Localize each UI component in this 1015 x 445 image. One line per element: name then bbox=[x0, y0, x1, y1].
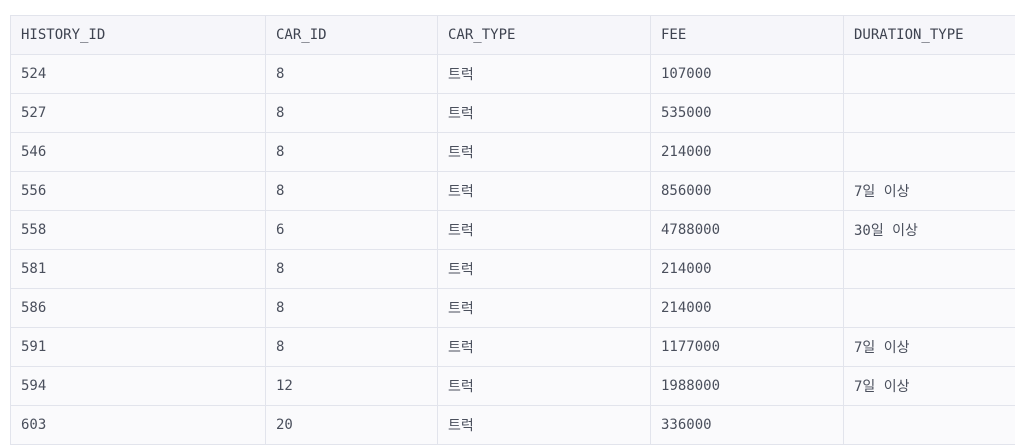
cell-fee: 856000 bbox=[651, 172, 844, 211]
table-row: 586 8 트럭 214000 bbox=[11, 289, 1015, 328]
cell-history-id: 558 bbox=[11, 211, 266, 250]
cell-duration-type bbox=[844, 55, 1015, 94]
cell-car-type: 트럭 bbox=[438, 328, 651, 367]
cell-car-id: 8 bbox=[266, 55, 438, 94]
cell-car-type: 트럭 bbox=[438, 133, 651, 172]
table-row: 591 8 트럭 1177000 7일 이상 bbox=[11, 328, 1015, 367]
table-row: 581 8 트럭 214000 bbox=[11, 250, 1015, 289]
cell-duration-type bbox=[844, 406, 1015, 445]
table-body: 524 8 트럭 107000 527 8 트럭 535000 546 8 트럭… bbox=[11, 55, 1015, 445]
cell-car-id: 20 bbox=[266, 406, 438, 445]
column-header-history-id: HISTORY_ID bbox=[11, 16, 266, 55]
column-header-car-id: CAR_ID bbox=[266, 16, 438, 55]
table-row: 524 8 트럭 107000 bbox=[11, 55, 1015, 94]
cell-car-id: 8 bbox=[266, 94, 438, 133]
table-header: HISTORY_ID CAR_ID CAR_TYPE FEE DURATION_… bbox=[11, 16, 1015, 55]
cell-duration-type: 30일 이상 bbox=[844, 211, 1015, 250]
cell-car-type: 트럭 bbox=[438, 55, 651, 94]
result-table-container: HISTORY_ID CAR_ID CAR_TYPE FEE DURATION_… bbox=[10, 15, 1015, 445]
cell-fee: 214000 bbox=[651, 289, 844, 328]
table-row: 594 12 트럭 1988000 7일 이상 bbox=[11, 367, 1015, 406]
cell-duration-type bbox=[844, 94, 1015, 133]
cell-fee: 1177000 bbox=[651, 328, 844, 367]
cell-car-type: 트럭 bbox=[438, 94, 651, 133]
table-row: 556 8 트럭 856000 7일 이상 bbox=[11, 172, 1015, 211]
cell-history-id: 586 bbox=[11, 289, 266, 328]
cell-duration-type bbox=[844, 250, 1015, 289]
cell-duration-type bbox=[844, 133, 1015, 172]
cell-history-id: 581 bbox=[11, 250, 266, 289]
cell-fee: 336000 bbox=[651, 406, 844, 445]
cell-car-type: 트럭 bbox=[438, 172, 651, 211]
table-row: 558 6 트럭 4788000 30일 이상 bbox=[11, 211, 1015, 250]
cell-car-id: 8 bbox=[266, 133, 438, 172]
cell-history-id: 591 bbox=[11, 328, 266, 367]
cell-car-type: 트럭 bbox=[438, 367, 651, 406]
cell-fee: 107000 bbox=[651, 55, 844, 94]
cell-history-id: 603 bbox=[11, 406, 266, 445]
cell-history-id: 527 bbox=[11, 94, 266, 133]
cell-duration-type: 7일 이상 bbox=[844, 172, 1015, 211]
table-row: 527 8 트럭 535000 bbox=[11, 94, 1015, 133]
cell-fee: 4788000 bbox=[651, 211, 844, 250]
cell-car-type: 트럭 bbox=[438, 406, 651, 445]
cell-duration-type bbox=[844, 289, 1015, 328]
cell-duration-type: 7일 이상 bbox=[844, 367, 1015, 406]
header-row: HISTORY_ID CAR_ID CAR_TYPE FEE DURATION_… bbox=[11, 16, 1015, 55]
cell-car-id: 8 bbox=[266, 328, 438, 367]
cell-car-id: 12 bbox=[266, 367, 438, 406]
column-header-duration-type: DURATION_TYPE bbox=[844, 16, 1015, 55]
cell-car-id: 8 bbox=[266, 250, 438, 289]
cell-fee: 1988000 bbox=[651, 367, 844, 406]
cell-car-type: 트럭 bbox=[438, 289, 651, 328]
cell-history-id: 556 bbox=[11, 172, 266, 211]
cell-duration-type: 7일 이상 bbox=[844, 328, 1015, 367]
cell-history-id: 524 bbox=[11, 55, 266, 94]
cell-fee: 214000 bbox=[651, 133, 844, 172]
column-header-car-type: CAR_TYPE bbox=[438, 16, 651, 55]
cell-history-id: 594 bbox=[11, 367, 266, 406]
cell-car-type: 트럭 bbox=[438, 211, 651, 250]
cell-car-id: 6 bbox=[266, 211, 438, 250]
cell-history-id: 546 bbox=[11, 133, 266, 172]
column-header-fee: FEE bbox=[651, 16, 844, 55]
cell-car-type: 트럭 bbox=[438, 250, 651, 289]
result-table: HISTORY_ID CAR_ID CAR_TYPE FEE DURATION_… bbox=[10, 15, 1015, 445]
table-row: 603 20 트럭 336000 bbox=[11, 406, 1015, 445]
table-row: 546 8 트럭 214000 bbox=[11, 133, 1015, 172]
cell-fee: 535000 bbox=[651, 94, 844, 133]
cell-fee: 214000 bbox=[651, 250, 844, 289]
cell-car-id: 8 bbox=[266, 172, 438, 211]
cell-car-id: 8 bbox=[266, 289, 438, 328]
